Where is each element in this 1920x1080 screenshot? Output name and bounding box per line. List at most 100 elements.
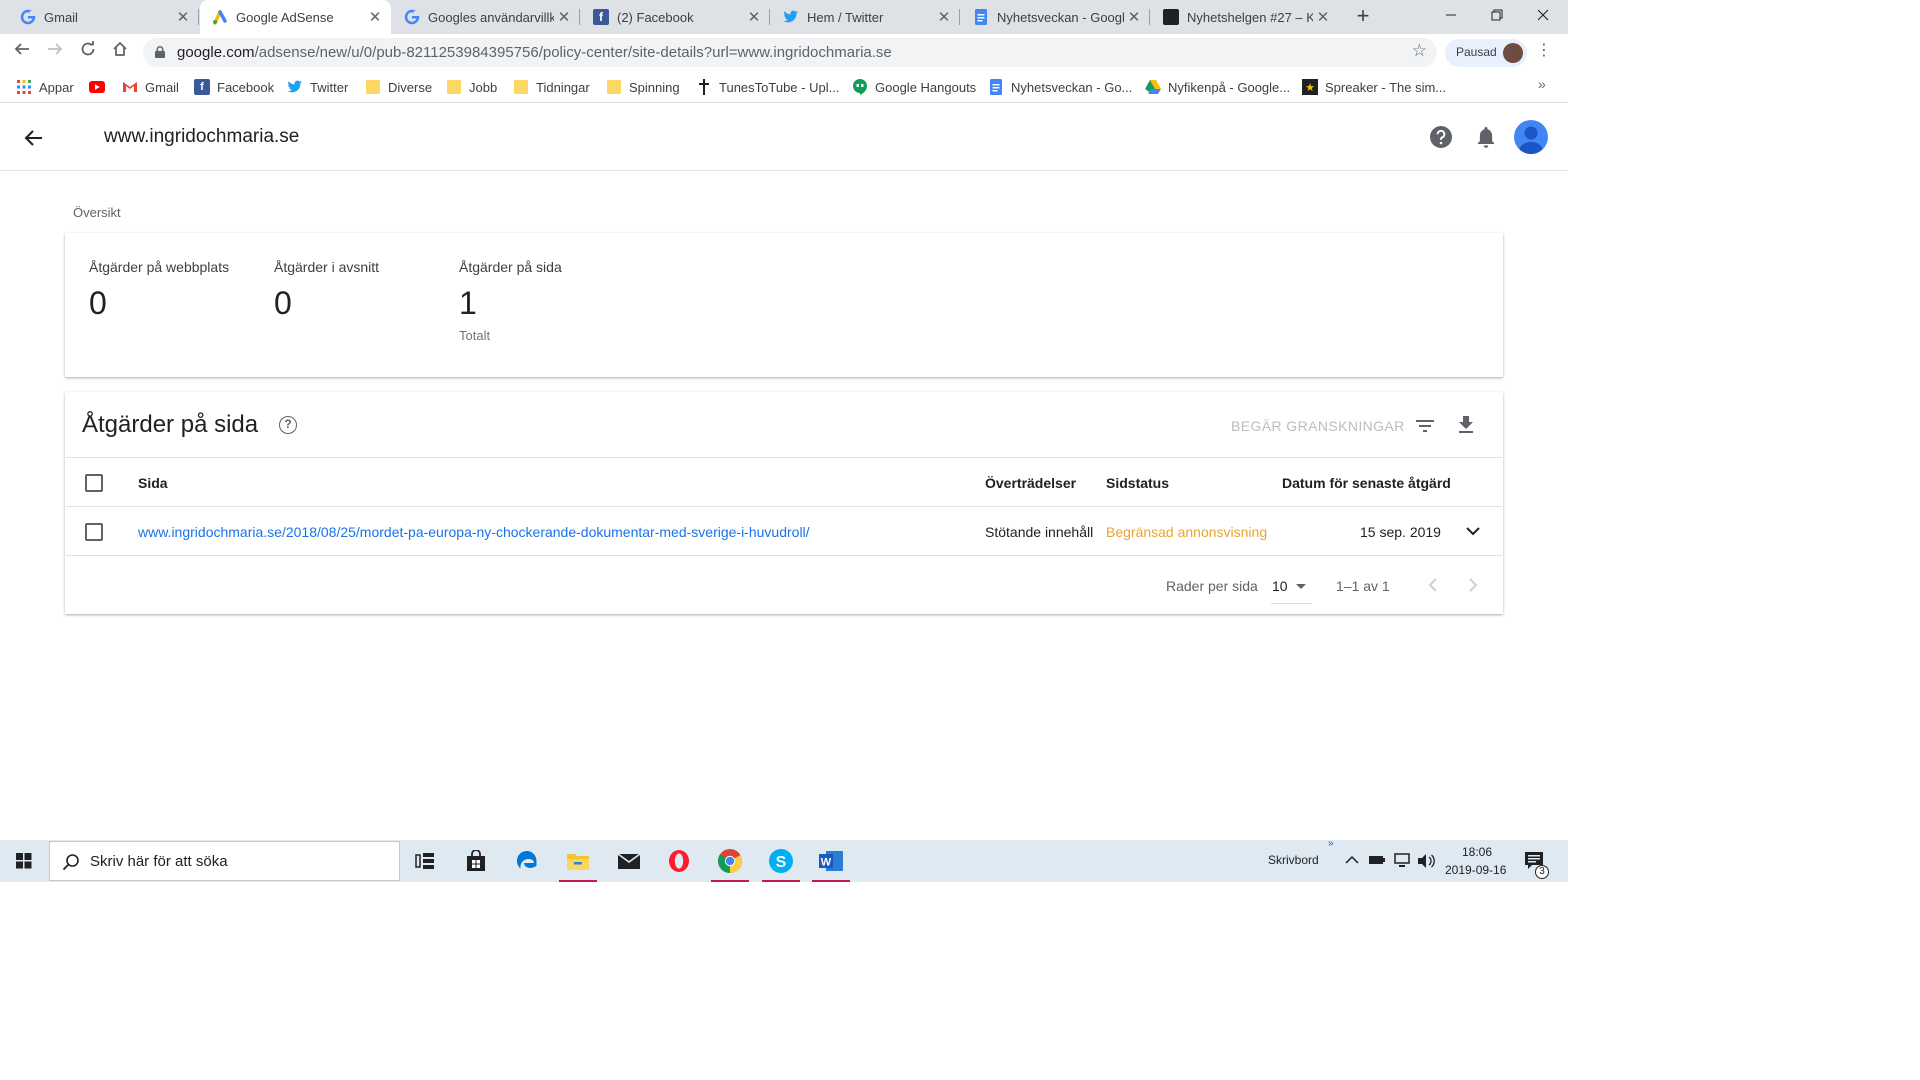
tray-show-hidden-icon[interactable]: [1345, 854, 1359, 896]
bookmark-nyfikenpa[interactable]: Nyfikenpå - Google...: [1145, 77, 1290, 97]
column-header-page[interactable]: Sida: [138, 475, 168, 491]
twitter-icon: [287, 79, 303, 95]
close-tab-icon[interactable]: ✕: [365, 8, 385, 26]
desktop-toolbar-label[interactable]: Skrivbord: [1268, 853, 1319, 895]
browser-menu-icon[interactable]: ⋮: [1536, 40, 1552, 60]
request-review-button[interactable]: BEGÄR GRANSKNINGAR: [1231, 418, 1405, 434]
tab-gmail[interactable]: Gmail ✕: [8, 0, 199, 34]
profile-button[interactable]: Pausad: [1445, 39, 1527, 67]
bookmark-spreaker[interactable]: ★ Spreaker - The sim...: [1302, 77, 1446, 97]
restore-window-button[interactable]: [1474, 0, 1520, 34]
notifications-bell-icon[interactable]: [1473, 124, 1499, 150]
folder-icon: [446, 79, 462, 95]
network-icon[interactable]: [1394, 853, 1412, 895]
tab-facebook[interactable]: f (2) Facebook ✕: [581, 0, 770, 34]
stat-value: 1: [459, 285, 477, 321]
new-tab-button[interactable]: +: [1352, 5, 1374, 29]
reload-icon[interactable]: [76, 40, 100, 64]
chrome-icon[interactable]: [705, 840, 755, 882]
bookmark-star-icon[interactable]: ☆: [1412, 41, 1427, 61]
home-icon[interactable]: [108, 40, 132, 64]
rows-per-page-select[interactable]: 10: [1271, 572, 1312, 604]
bookmark-gmail[interactable]: Gmail: [122, 77, 179, 97]
bookmark-folder-jobb[interactable]: Jobb: [446, 77, 497, 97]
bookmark-label: Tidningar: [536, 79, 590, 95]
battery-icon[interactable]: [1368, 853, 1386, 895]
bookmark-appar[interactable]: Appar: [16, 77, 74, 97]
windows-start-icon[interactable]: [0, 840, 48, 882]
bookmark-label: Google Hangouts: [875, 79, 977, 95]
violation-cell: Stötande innehåll: [985, 524, 1094, 540]
bookmark-nyhetsveckan[interactable]: Nyhetsveckan - Go...: [988, 77, 1132, 97]
download-icon[interactable]: [1454, 413, 1478, 437]
store-icon[interactable]: [451, 840, 501, 882]
tab-twitter[interactable]: Hem / Twitter ✕: [771, 0, 960, 34]
mail-icon[interactable]: [604, 840, 654, 882]
bookmark-folder-diverse[interactable]: Diverse: [365, 77, 432, 97]
back-nav-icon[interactable]: [10, 40, 34, 64]
pagination-range: 1–1 av 1: [1336, 578, 1390, 594]
bookmark-folder-tidningar[interactable]: Tidningar: [513, 77, 590, 97]
taskbar-search-box[interactable]: Skriv här för att söka: [49, 841, 400, 881]
close-tab-icon[interactable]: ✕: [173, 8, 193, 26]
volume-icon[interactable]: [1417, 853, 1435, 895]
page-title: www.ingridochmaria.se: [104, 126, 300, 147]
overview-card: Åtgärder på webbplats 0 Åtgärder i avsni…: [65, 233, 1503, 377]
windows-taskbar: Skriv här för att söka S W Skrivbord » 1…: [0, 838, 1568, 882]
help-icon[interactable]: [1428, 124, 1454, 150]
bookmark-google-hangouts[interactable]: Google Hangouts: [852, 77, 976, 97]
tab-google-adsense[interactable]: Google AdSense ✕: [200, 0, 391, 34]
close-tab-icon[interactable]: ✕: [1313, 8, 1333, 26]
toolbar-overflow-icon[interactable]: »: [1328, 838, 1334, 880]
next-page-icon[interactable]: [1465, 576, 1481, 594]
close-window-button[interactable]: [1520, 0, 1566, 34]
account-avatar[interactable]: [1514, 120, 1548, 154]
column-header-violations[interactable]: Överträdelser: [985, 475, 1076, 491]
edge-browser-icon[interactable]: [502, 840, 552, 882]
bookmark-facebook[interactable]: f Facebook: [194, 77, 274, 97]
address-bar[interactable]: google.com/adsense/new/u/0/pub-821125398…: [143, 38, 1437, 67]
column-header-status[interactable]: Sidstatus: [1106, 475, 1169, 491]
divider: [66, 506, 1502, 507]
forward-nav-icon[interactable]: [43, 40, 67, 64]
tab-title: Nyhetshelgen #27 – Kl: [1187, 9, 1313, 25]
opera-icon[interactable]: [654, 840, 704, 882]
adsense-icon: [212, 9, 228, 25]
stat-section-actions: Åtgärder i avsnitt 0: [274, 259, 379, 322]
tab-nyhetshelgen[interactable]: Nyhetshelgen #27 – Kl ✕: [1151, 0, 1339, 34]
stat-sub-label: Totalt: [459, 328, 491, 343]
tab-nyhetsveckan[interactable]: Nyhetsveckan - Googl ✕: [961, 0, 1150, 34]
bookmark-folder-spinning[interactable]: Spinning: [606, 77, 680, 97]
back-arrow-icon[interactable]: [22, 126, 46, 150]
select-all-checkbox[interactable]: [85, 474, 103, 492]
clock-date[interactable]: 2019-09-16: [1445, 863, 1506, 905]
filter-icon[interactable]: [1413, 414, 1437, 438]
tab-googles-anvandarvillkor[interactable]: Googles användarvillko ✕: [392, 0, 580, 34]
folder-icon: [606, 79, 622, 95]
tab-title: Hem / Twitter: [807, 9, 884, 25]
column-header-date[interactable]: Datum för senaste åtgärd: [1282, 475, 1451, 491]
tab-title: (2) Facebook: [617, 9, 694, 25]
close-tab-icon[interactable]: ✕: [744, 8, 764, 26]
task-view-icon[interactable]: [400, 840, 450, 882]
apps-grid-icon: [16, 79, 32, 95]
bookmark-label: Jobb: [469, 79, 498, 95]
close-tab-icon[interactable]: ✕: [1124, 8, 1144, 26]
page-url-link[interactable]: www.ingridochmaria.se/2018/08/25/mordet-…: [138, 524, 810, 540]
minimize-window-button[interactable]: [1428, 0, 1474, 34]
file-explorer-icon[interactable]: [553, 840, 603, 882]
expand-row-chevron-icon[interactable]: [1463, 521, 1483, 541]
bookmark-tunestotube[interactable]: TunesToTube - Upl...: [696, 77, 839, 97]
previous-page-icon[interactable]: [1425, 576, 1441, 594]
bookmark-twitter[interactable]: Twitter: [287, 77, 348, 97]
word-icon[interactable]: W: [806, 840, 856, 882]
close-tab-icon[interactable]: ✕: [554, 8, 574, 26]
bookmark-label: Gmail: [145, 79, 179, 95]
close-tab-icon[interactable]: ✕: [934, 8, 954, 26]
row-checkbox[interactable]: [85, 523, 103, 541]
bookmarks-overflow-icon[interactable]: »: [1538, 76, 1546, 92]
skype-icon[interactable]: S: [756, 840, 806, 882]
help-circle-icon[interactable]: ?: [279, 416, 297, 434]
bookmark-youtube[interactable]: [89, 77, 112, 97]
search-placeholder: Skriv här för att söka: [90, 853, 228, 870]
